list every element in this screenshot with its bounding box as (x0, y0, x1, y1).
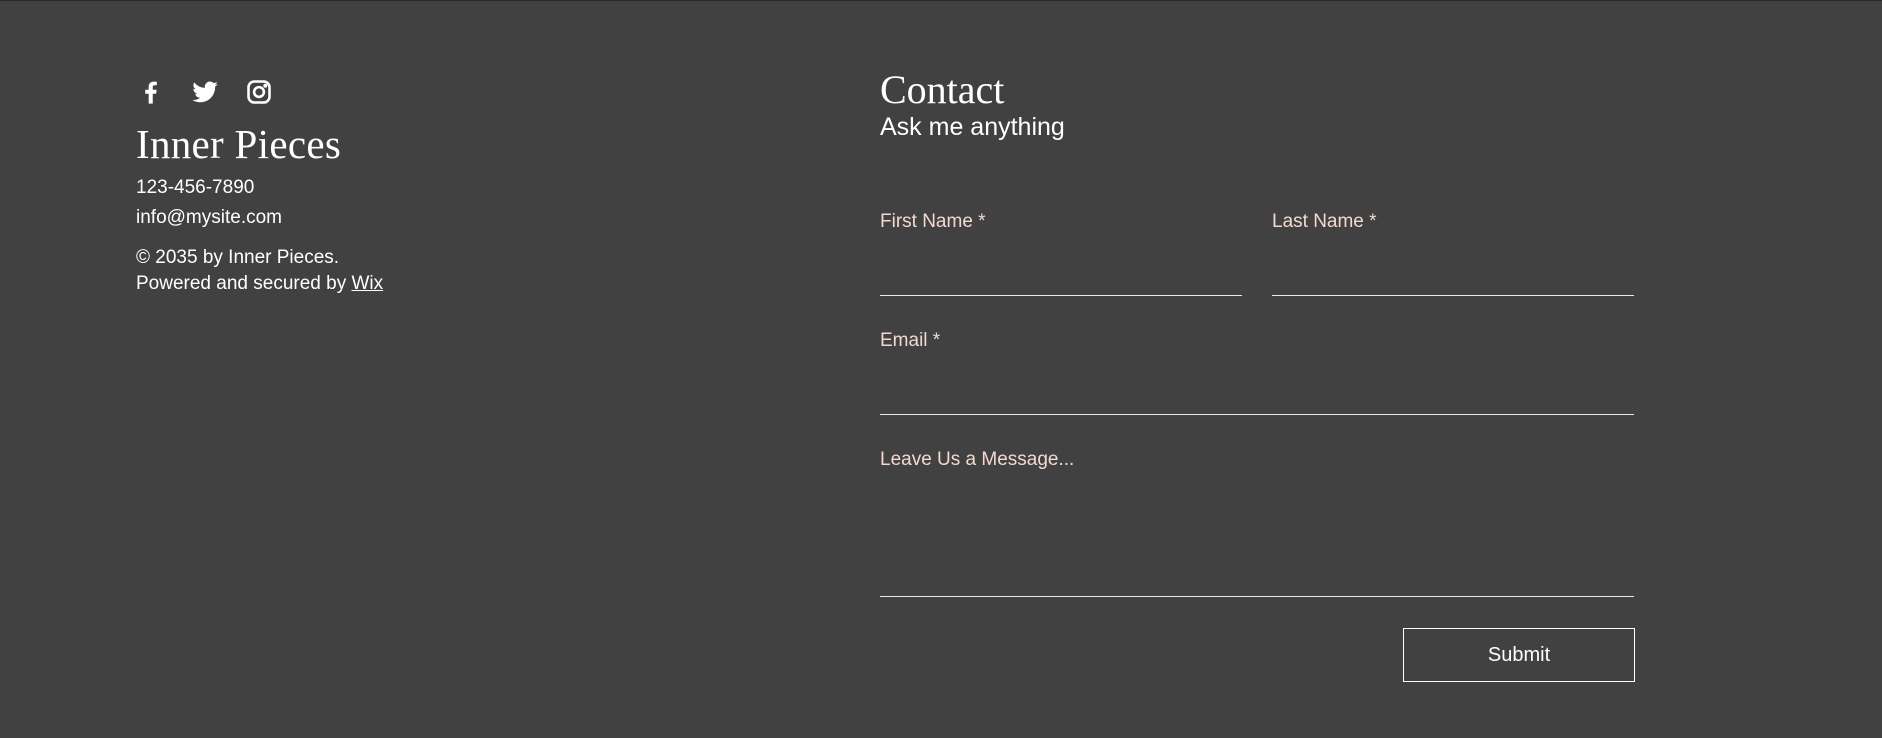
first-name-label: First Name * (880, 211, 986, 232)
first-name-underline (880, 295, 1242, 296)
brand-name: Inner Pieces (136, 121, 342, 167)
contact-subtitle: Ask me anything (880, 113, 1065, 141)
twitter-icon[interactable] (190, 77, 220, 107)
facebook-icon[interactable] (136, 77, 166, 107)
social-links (136, 76, 536, 108)
last-name-field: Last Name * (1272, 211, 1634, 296)
email-underline (880, 414, 1634, 415)
top-divider (0, 0, 1882, 1)
wix-link[interactable]: Wix (351, 273, 383, 294)
last-name-underline (1272, 295, 1634, 296)
message-underline (880, 596, 1634, 597)
phone-number: 123-456-7890 (136, 177, 255, 198)
powered-by-text: Powered and secured by Wix (136, 271, 536, 297)
message-label: Leave Us a Message... (880, 449, 1075, 470)
email-field: Email * (880, 330, 1634, 415)
email-input[interactable] (880, 380, 1634, 410)
message-field: Leave Us a Message... (880, 449, 1634, 598)
powered-by-prefix: Powered and secured by (136, 273, 352, 294)
first-name-input[interactable] (880, 261, 1242, 291)
email-label: Email * (880, 330, 941, 351)
message-input[interactable] (880, 481, 1634, 589)
footer-info: Inner Pieces 123-456-7890 info@mysite.co… (136, 76, 536, 297)
first-name-field: First Name * (880, 211, 1242, 296)
contact-header: Contact Ask me anything (880, 66, 1634, 142)
copyright-text: © 2035 by Inner Pieces. (136, 247, 340, 268)
last-name-input[interactable] (1272, 261, 1634, 291)
submit-button[interactable]: Submit (1403, 628, 1635, 682)
contact-title: Contact (880, 67, 1005, 112)
instagram-icon[interactable] (244, 77, 274, 107)
email-address: info@mysite.com (136, 207, 282, 228)
last-name-label: Last Name * (1272, 211, 1377, 232)
